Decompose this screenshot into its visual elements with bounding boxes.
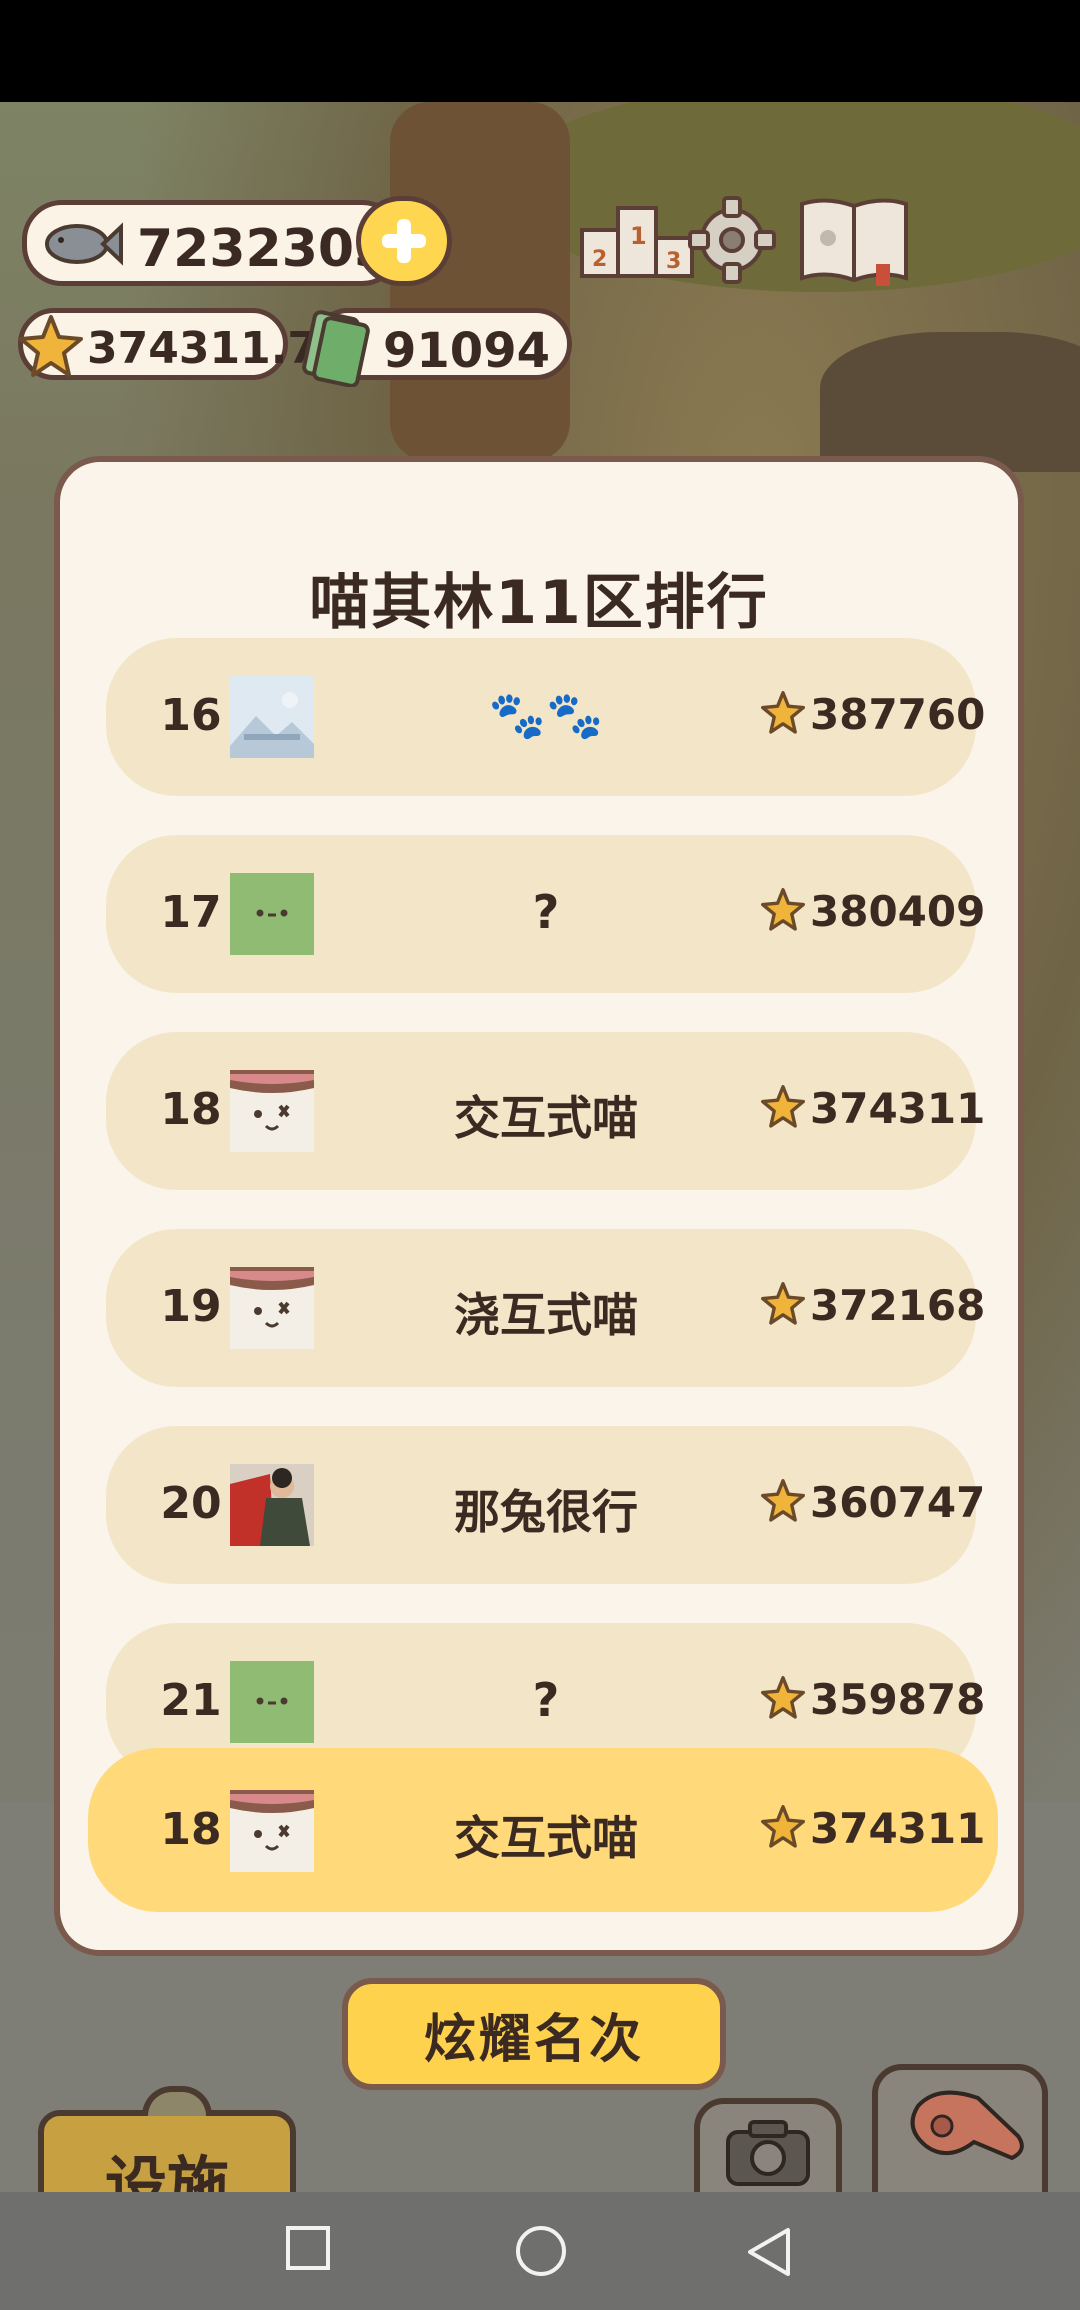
home-button[interactable] [516, 2226, 566, 2276]
star-icon [761, 1479, 805, 1522]
cash-icon [302, 310, 370, 387]
star-icon [761, 888, 805, 931]
fish-icon [45, 222, 123, 266]
camera-icon [726, 2120, 810, 2186]
player-name: 交互式喵 [454, 1811, 638, 1865]
star-icon [761, 1676, 805, 1719]
back-button[interactable] [744, 2226, 792, 2278]
player-name: 浇互式喵 [454, 1288, 638, 1342]
leaderboard-icon[interactable]: 2 1 3 [572, 194, 702, 284]
plus-icon [382, 219, 426, 263]
avatar [230, 1790, 314, 1872]
cash-currency: 91094 [302, 308, 572, 387]
status-bar [0, 0, 1080, 102]
player-name: ? [532, 1673, 560, 1727]
fish-count: 7232303 [137, 219, 391, 279]
star-icon [761, 691, 805, 734]
rank-number: 20 [160, 1478, 222, 1529]
ranking-row[interactable]: 19 浇互式喵 372168 [106, 1229, 985, 1387]
ranking-row[interactable]: 18 交互式喵 374311 [106, 1032, 985, 1190]
player-score: 374311 [810, 1804, 986, 1853]
cash-count: 91094 [383, 323, 550, 379]
my-ranking-row[interactable]: 18 交互式喵 374311 [88, 1748, 998, 1912]
panel-title: 喵其林11区排行 [309, 568, 769, 638]
system-nav-bar [0, 2192, 1080, 2310]
add-fish-button[interactable] [356, 196, 452, 286]
star-currency: 374311.7 [18, 308, 318, 380]
avatar [230, 1267, 314, 1349]
rank-number: 21 [160, 1675, 222, 1726]
star-icon [761, 1085, 805, 1128]
avatar [230, 676, 314, 758]
recent-apps-button[interactable] [286, 2226, 330, 2270]
rank-number: 18 [160, 1804, 222, 1855]
player-score: 380409 [810, 887, 986, 936]
svg-text:3: 3 [666, 249, 681, 274]
avatar [230, 1661, 314, 1743]
ranking-row[interactable]: 16 🐾🐾 387760 [106, 638, 985, 796]
avatar [230, 1464, 314, 1546]
player-score: 360747 [810, 1478, 986, 1527]
ranking-panel: 喵其林11区排行 16 🐾🐾 387760 17 ? 380409 18 交互式… [54, 456, 1024, 1956]
book-icon[interactable] [796, 194, 912, 290]
star-icon [761, 1805, 805, 1848]
rank-number: 19 [160, 1281, 222, 1332]
star-icon [761, 1282, 805, 1325]
avatar [230, 1070, 314, 1152]
player-name: ? [532, 885, 560, 939]
player-name: 🐾🐾 [488, 688, 604, 742]
player-name: 交互式喵 [454, 1091, 638, 1145]
star-count: 374311.7 [87, 323, 319, 374]
fish-currency: 7232303 [22, 200, 402, 286]
player-name: 那兔很行 [454, 1485, 638, 1539]
ranking-row[interactable]: 20 那兔很行 360747 [106, 1426, 985, 1584]
whistle-icon [910, 2090, 1024, 2161]
player-score: 374311 [810, 1084, 986, 1133]
ranking-row[interactable]: 17 ? 380409 [106, 835, 985, 993]
star-icon [19, 315, 83, 377]
player-score: 359878 [810, 1675, 986, 1724]
player-score: 387760 [810, 690, 986, 739]
rank-number: 16 [160, 690, 222, 741]
rank-number: 17 [160, 887, 222, 938]
svg-text:1: 1 [630, 222, 647, 250]
gear-icon[interactable] [686, 194, 778, 286]
rank-number: 18 [160, 1084, 222, 1135]
player-score: 372168 [810, 1281, 986, 1330]
avatar [230, 873, 314, 955]
svg-text:2: 2 [592, 247, 607, 272]
show-rank-button[interactable]: 炫耀名次 [342, 1978, 726, 2090]
